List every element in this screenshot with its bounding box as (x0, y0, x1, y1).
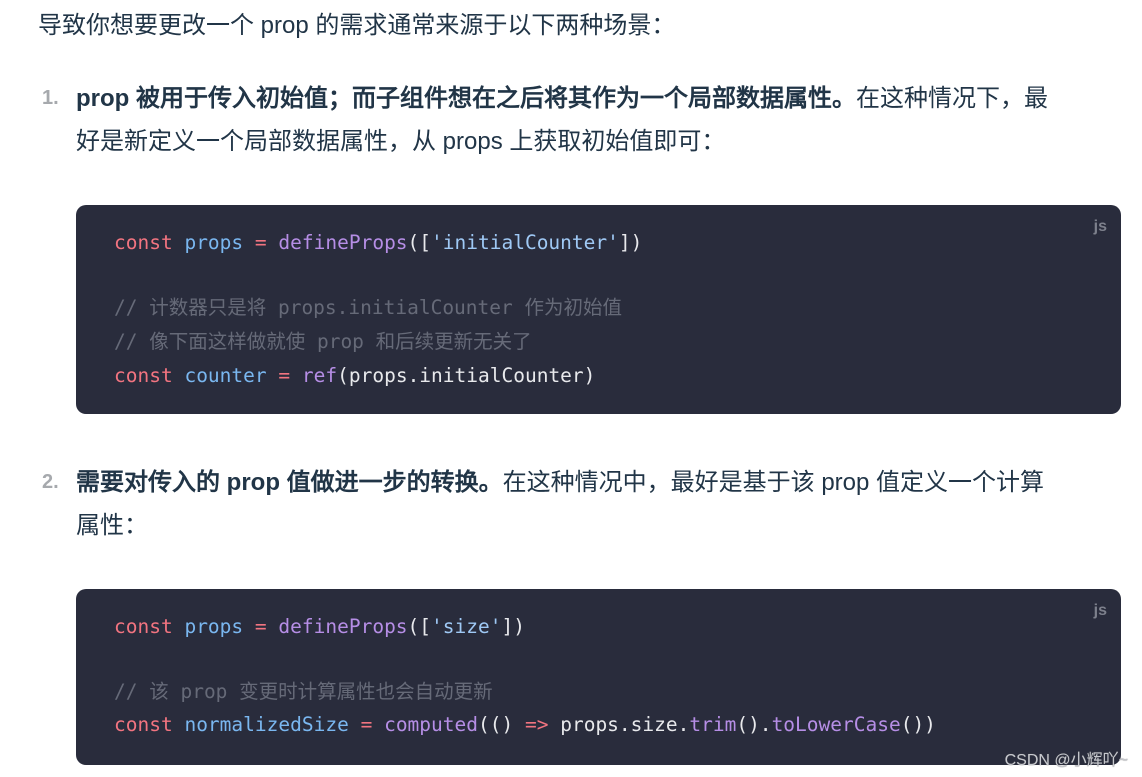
function: defineProps (278, 231, 408, 254)
list-item-text: prop 被用于传入初始值；而子组件想在之后将其作为一个局部数据属性。在这种情况… (76, 77, 1116, 120)
function: defineProps (278, 615, 408, 638)
keyword: const (114, 615, 173, 638)
method: trim (689, 713, 737, 736)
intro-paragraph: 导致你想要更改一个 prop 的需求通常来源于以下两种场景： (38, 12, 676, 39)
operator: = (254, 615, 267, 638)
code-block-1: js const props = defineProps(['initialCo… (76, 205, 1121, 414)
keyword: const (114, 231, 173, 254)
punct: ]) (501, 615, 525, 638)
bold-text: prop 被用于传入初始值；而子组件想在之后将其作为一个局部数据属性。 (76, 85, 856, 112)
plain: (props.initialCounter) (337, 364, 596, 387)
code-comment: // 计数器只是将 props.initialCounter 作为初始值 (114, 296, 622, 319)
watermark: CSDN @小辉吖~ (1004, 752, 1128, 769)
list-number: 2. (42, 471, 59, 493)
arrow-operator: => (524, 713, 549, 736)
punct: (). (736, 713, 772, 736)
punct: ([ (407, 231, 432, 254)
list-item-text: 需要对传入的 prop 值做进一步的转换。在这种情况中，最好是基于该 prop … (76, 461, 1116, 504)
bold-text: 需要对传入的 prop 值做进一步的转换。 (76, 469, 503, 496)
list-number: 1. (42, 87, 59, 109)
string: 'initialCounter' (431, 231, 619, 254)
code-line: const props = defineProps(['size']) (114, 613, 525, 641)
language-label: js (1093, 218, 1107, 235)
punct: ([ (407, 615, 432, 638)
code-comment: // 该 prop 变更时计算属性也会自动更新 (114, 680, 493, 703)
punct: ) (501, 713, 514, 736)
function: ref (301, 364, 338, 387)
plain-text: 在这种情况下，最 (856, 85, 1048, 112)
plain: props.size. (560, 713, 690, 736)
operator: = (360, 713, 373, 736)
operator: = (278, 364, 291, 387)
list-item-2: 2. 需要对传入的 prop 值做进一步的转换。在这种情况中，最好是基于该 pr… (42, 461, 1116, 547)
code-comment: // 像下面这样做就使 prop 和后续更新无关了 (114, 330, 532, 353)
keyword: const (114, 713, 173, 736)
code-line: const counter = ref(props.initialCounter… (114, 362, 595, 390)
code-block-2: js const props = defineProps(['size']) /… (76, 589, 1121, 765)
code-line: const normalizedSize = computed(() => pr… (114, 711, 936, 739)
language-label: js (1093, 602, 1107, 619)
list-item-text-cont: 属性： (76, 512, 148, 539)
plain-text: 在这种情况中，最好是基于该 prop 值定义一个计算 (502, 469, 1045, 496)
list-item-1: 1. prop 被用于传入初始值；而子组件想在之后将其作为一个局部数据属性。在这… (42, 77, 1116, 163)
variable: props (184, 231, 244, 254)
string: 'size' (431, 615, 502, 638)
keyword: const (114, 364, 173, 387)
function: computed (384, 713, 478, 736)
method: toLowerCase (771, 713, 901, 736)
punct: ]) (618, 231, 643, 254)
punct: (( (478, 713, 502, 736)
variable: normalizedSize (184, 713, 349, 736)
code-line: const props = defineProps(['initialCount… (114, 229, 642, 257)
list-item-text-cont: 好是新定义一个局部数据属性，从 props 上获取初始值即可： (76, 128, 726, 155)
punct: ()) (900, 713, 936, 736)
operator: = (254, 231, 267, 254)
variable: counter (184, 364, 267, 387)
variable: props (184, 615, 244, 638)
